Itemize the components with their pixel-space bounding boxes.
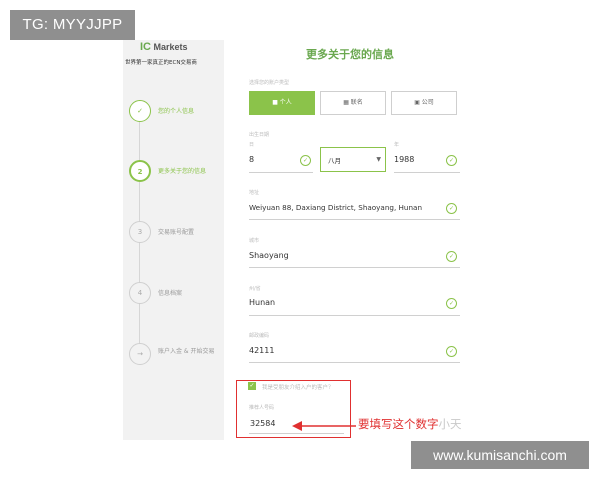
step-3-label[interactable]: 交易账号配置 [158,228,222,237]
annotation-arrow-icon [292,421,356,431]
tagline: 世界第一家真正的ECN交易商 [125,60,197,66]
day-valid-check-icon: ✓ [300,155,311,166]
address-valid-check-icon: ✓ [446,203,457,214]
postal-label: 邮政编码 [249,333,270,339]
step-2-label[interactable]: 更多关于您的信息 [158,167,222,176]
address-input[interactable]: Weiyuan 88, Daxiang District, Shaoyang, … [249,203,422,212]
step-5-label[interactable]: 账户入金 & 开始交易 [158,347,222,356]
year-valid-check-icon: ✓ [446,155,457,166]
postal-input[interactable]: 42111 [249,346,274,355]
account-type-label: 选择您的账户类型 [249,80,290,86]
year-underline [394,172,460,173]
dob-day-label: 日 [249,142,255,148]
step-4-label[interactable]: 信息档案 [158,289,222,298]
day-underline [249,172,313,173]
city-label: 城市 [249,238,260,244]
page-title: 更多关于您的信息 [306,48,394,61]
annotation-ghost: 小天 [438,417,462,431]
step-1-check-icon: ✓ [129,100,151,122]
logo: IC Markets [140,41,188,53]
postal-underline [249,362,460,363]
dob-month-select[interactable]: 八月 ▼ [320,147,386,172]
logo-text: Markets [153,42,188,52]
city-input[interactable]: Shaoyang [249,251,289,260]
account-type-company-label: 公司 [421,99,434,106]
month-selected-value: 八月 [328,157,341,165]
step-2-circle: 2 [129,160,151,182]
address-label: 地址 [249,190,260,196]
province-input[interactable]: Hunan [249,298,275,307]
watermark-tag: TG: MYYJJPP [10,10,135,40]
dob-year-input[interactable]: 1988 [394,155,414,164]
joint-icon: ▦ [343,99,349,106]
dob-year-label: 年 [394,142,400,148]
account-type-company-button[interactable]: ▣ 公司 [391,91,457,115]
address-underline [249,219,460,220]
chevron-down-icon: ▼ [376,156,381,163]
account-type-joint-label: 联名 [350,99,363,106]
step-1-label[interactable]: 您的个人信息 [158,107,222,116]
city-valid-check-icon: ✓ [446,251,457,262]
account-type-individual-label: 个人 [279,99,292,106]
account-type-joint-button[interactable]: ▦ 联名 [320,91,386,115]
account-type-individual-button[interactable]: ■ 个人 [249,91,315,115]
city-underline [249,267,460,268]
logo-mark: IC [140,41,151,53]
annotation-main: 要填写这个数字 [358,417,439,431]
dob-day-input[interactable]: 8 [249,155,254,164]
postal-valid-check-icon: ✓ [446,346,457,357]
site-watermark: www.kumisanchi.com [411,441,589,469]
step-5-arrow-icon: → [129,343,151,365]
dob-label: 出生日期 [249,132,270,138]
annotation-text: 要填写这个数字小天 [358,416,462,432]
briefcase-icon: ▣ [414,99,420,106]
person-icon: ■ [272,99,278,106]
step-3-circle: 3 [129,221,151,243]
province-underline [249,315,460,316]
province-label: 州/省 [249,286,261,292]
step-4-circle: 4 [129,282,151,304]
province-valid-check-icon: ✓ [446,298,457,309]
